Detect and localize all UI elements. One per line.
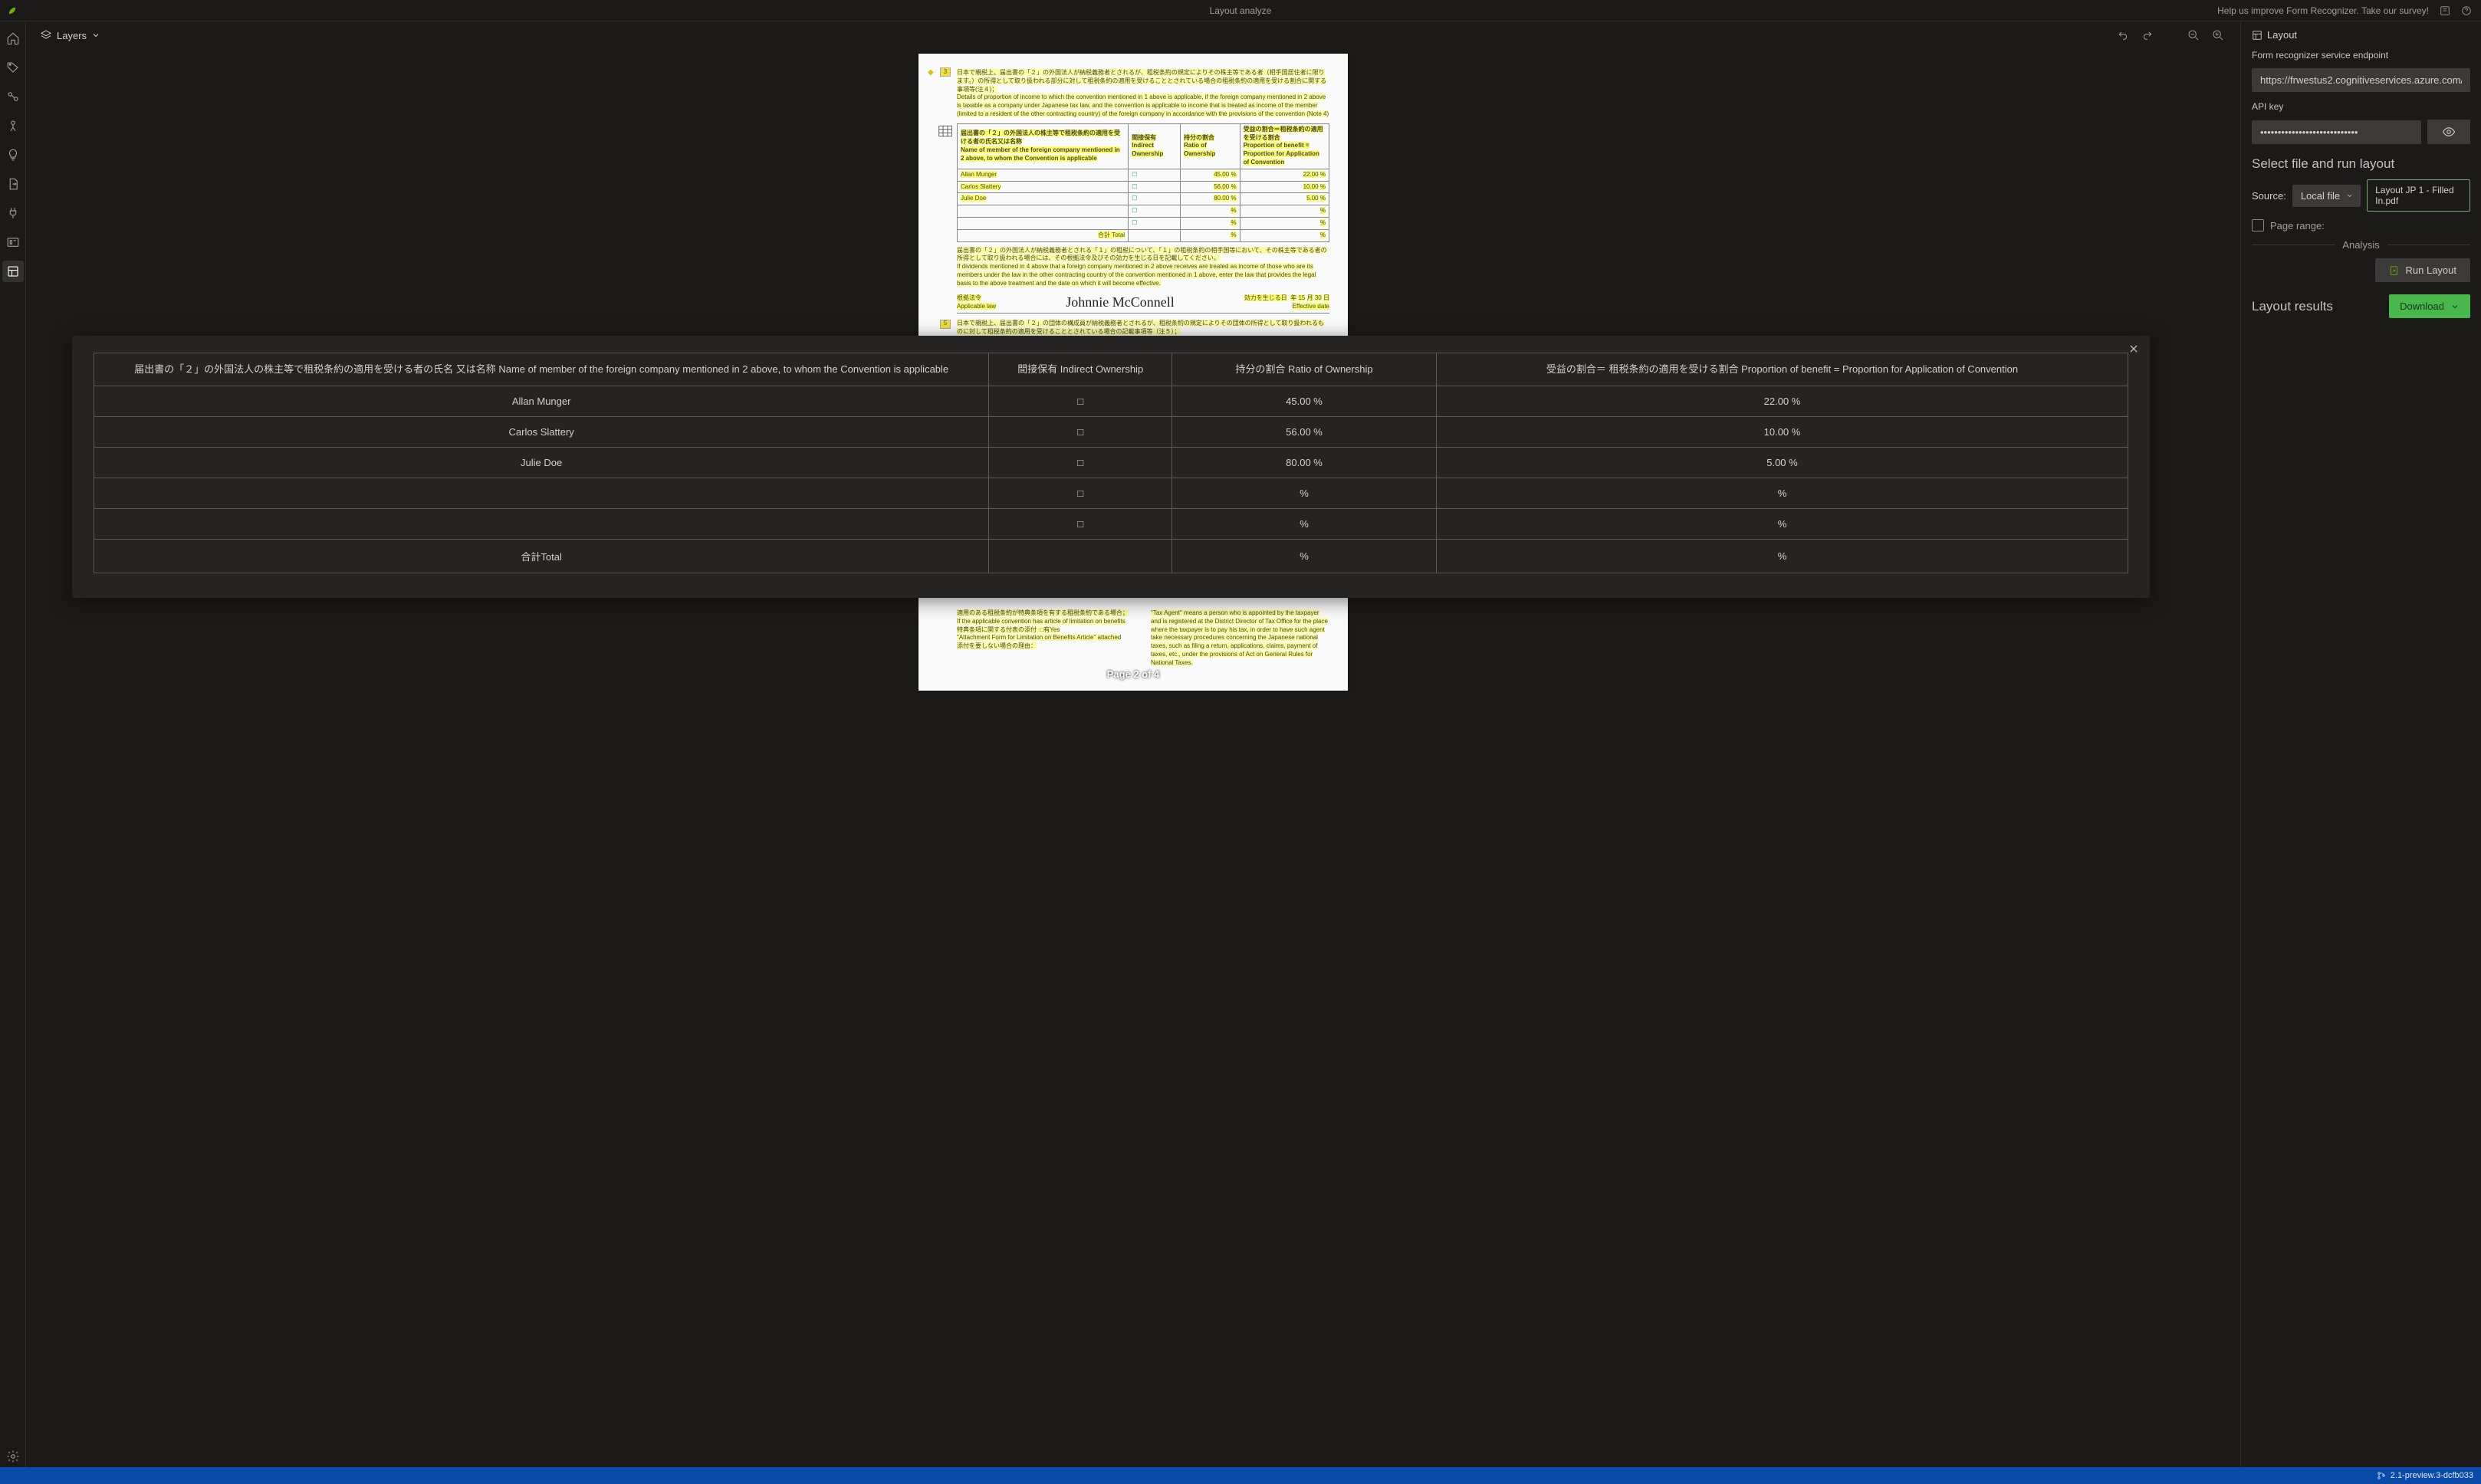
- sidebar-compose[interactable]: [2, 144, 24, 166]
- sidebar-ocr[interactable]: [2, 231, 24, 253]
- home-icon: [6, 31, 20, 45]
- source-label: Source:: [2252, 190, 2286, 202]
- document-canvas[interactable]: 3 ◆ 日本で親税上、届出書の「２」の外国法人が納税義務者とされるが、租税条約の…: [26, 49, 2240, 1467]
- doc-text: 日本で親税上、届出書の「２」の外国法人が納税義務者とされるが、租税条約の規定によ…: [957, 69, 1326, 93]
- chevron-down-icon: [91, 31, 100, 40]
- extracted-table-overlay: 届出書の「２」の外国法人の株主等で租税条約の適用を受ける者の氏名 又は名称 Na…: [72, 336, 2150, 598]
- reveal-key-button[interactable]: [2427, 120, 2470, 144]
- table-row: □ % %: [94, 509, 2128, 540]
- zoom-in-button[interactable]: [2210, 27, 2226, 44]
- layout-icon: [6, 264, 20, 278]
- zoom-in-icon: [2212, 29, 2224, 41]
- page-range-checkbox[interactable]: Page range:: [2252, 219, 2470, 231]
- sidebar-layout[interactable]: [2, 261, 24, 282]
- layers-icon: [40, 29, 52, 41]
- title-bar: Layout analyze Help us improve Form Reco…: [0, 0, 2481, 21]
- feedback-icon[interactable]: [2440, 5, 2450, 16]
- undo-button[interactable]: [2115, 27, 2131, 44]
- table-row: □ % %: [94, 478, 2128, 509]
- sidebar-tag[interactable]: [2, 57, 24, 78]
- redo-button[interactable]: [2139, 27, 2156, 44]
- center-area: Layers 3 ◆ 日本で親税上、届出書の「２」の外国法人が納税義務者とされる…: [26, 21, 2240, 1467]
- marker: ◆: [928, 67, 934, 78]
- right-panel: Layout Form recognizer service endpoint …: [2240, 21, 2481, 1467]
- gear-icon: [6, 1450, 20, 1463]
- redo-icon: [2141, 29, 2154, 41]
- eye-icon: [2442, 125, 2456, 139]
- status-bar: 2.1-preview.3-dcfb033: [0, 1467, 2481, 1484]
- page-range-label: Page range:: [2270, 220, 2325, 231]
- file-name-field[interactable]: Layout JP 1 - Filled In.pdf: [2367, 179, 2470, 212]
- doc-arrow-icon: [6, 177, 20, 191]
- source-select[interactable]: Local file: [2292, 185, 2361, 207]
- survey-link[interactable]: Help us improve Form Recognizer. Take ou…: [2217, 5, 2429, 16]
- doc-text: Details of proportion of income to which…: [957, 94, 1329, 117]
- select-file-section: Select file and run layout: [2252, 156, 2470, 172]
- table-row-total: 合計Total % %: [94, 540, 2128, 573]
- power-plug-icon: [6, 206, 20, 220]
- table-row: Allan Munger □ 45.00 % 22.00 %: [94, 386, 2128, 417]
- plug-icon: [6, 90, 20, 103]
- zoom-out-button[interactable]: [2185, 27, 2202, 44]
- zoom-out-icon: [2187, 29, 2200, 41]
- tag-icon: [6, 61, 20, 74]
- endpoint-input[interactable]: [2252, 68, 2470, 92]
- undo-icon: [2117, 29, 2129, 41]
- app-title: Layout analyze: [1210, 5, 1272, 16]
- signature: Johnnie McConnell: [1066, 293, 1175, 311]
- ocr-icon: [6, 235, 20, 249]
- leaf-icon: [7, 5, 18, 16]
- doc-text: 届出書の「２」の外国法人が納税義務者とされる「１」の租税について、「１」の租税条…: [957, 247, 1327, 287]
- section-badge-5: 5: [940, 320, 951, 329]
- layers-dropdown[interactable]: Layers: [40, 29, 100, 41]
- left-sidebar: [0, 21, 26, 1467]
- th-indirect: 間接保有 Indirect Ownership: [989, 353, 1172, 386]
- panel-title: Layout: [2267, 29, 2297, 41]
- table-row: Julie Doe □ 80.00 % 5.00 %: [94, 448, 2128, 478]
- sidebar-train[interactable]: [2, 115, 24, 136]
- chevron-down-icon: [2450, 302, 2460, 311]
- th-ratio: 持分の割合 Ratio of Ownership: [1172, 353, 1437, 386]
- close-icon: [2128, 343, 2139, 354]
- apikey-input[interactable]: [2252, 120, 2421, 144]
- panel-header: Layout: [2252, 29, 2470, 41]
- th-benefit: 受益の割合＝ 租税条約の適用を受ける割合 Proportion of benef…: [1436, 353, 2128, 386]
- sidebar-analyze[interactable]: [2, 173, 24, 195]
- sidebar-home[interactable]: [2, 28, 24, 49]
- sidebar-power[interactable]: [2, 202, 24, 224]
- doc-embedded-table: 届出書の「２」の外国法人の株主等で租税条約の適用を受ける者の氏名又は名称Name…: [957, 123, 1329, 242]
- play-doc-icon: [2389, 265, 2400, 276]
- analysis-divider: Analysis: [2252, 239, 2470, 251]
- sidebar-settings[interactable]: [2, 1446, 24, 1467]
- overlay-close-button[interactable]: [2128, 343, 2139, 354]
- page-indicator: Page 2 of 4: [1107, 668, 1160, 680]
- person-icon: [6, 119, 20, 133]
- checkbox-box: [2252, 219, 2264, 231]
- run-layout-button[interactable]: Run Layout: [2375, 258, 2471, 282]
- branch-icon: [2377, 1471, 2386, 1480]
- table-row: Carlos Slattery □ 56.00 % 10.00 %: [94, 417, 2128, 448]
- apikey-label: API key: [2252, 101, 2470, 112]
- table-icon: [938, 125, 952, 137]
- canvas-toolbar: Layers: [26, 21, 2240, 49]
- th-name: 届出書の「２」の外国法人の株主等で租税条約の適用を受ける者の氏名 又は名称 Na…: [94, 353, 989, 386]
- sidebar-connect[interactable]: [2, 86, 24, 107]
- layout-results-label: Layout results: [2252, 299, 2333, 314]
- help-icon[interactable]: [2461, 5, 2472, 16]
- section-badge-3: 3: [940, 67, 951, 77]
- lightbulb-icon: [6, 148, 20, 162]
- layout-small-icon: [2252, 30, 2262, 41]
- version-label: 2.1-preview.3-dcfb033: [2391, 1471, 2473, 1480]
- extracted-table: 届出書の「２」の外国法人の株主等で租税条約の適用を受ける者の氏名 又は名称 Na…: [94, 353, 2128, 573]
- layers-label: Layers: [57, 30, 87, 41]
- endpoint-label: Form recognizer service endpoint: [2252, 50, 2470, 61]
- app-logo: [0, 5, 25, 16]
- download-button[interactable]: Download: [2389, 294, 2470, 318]
